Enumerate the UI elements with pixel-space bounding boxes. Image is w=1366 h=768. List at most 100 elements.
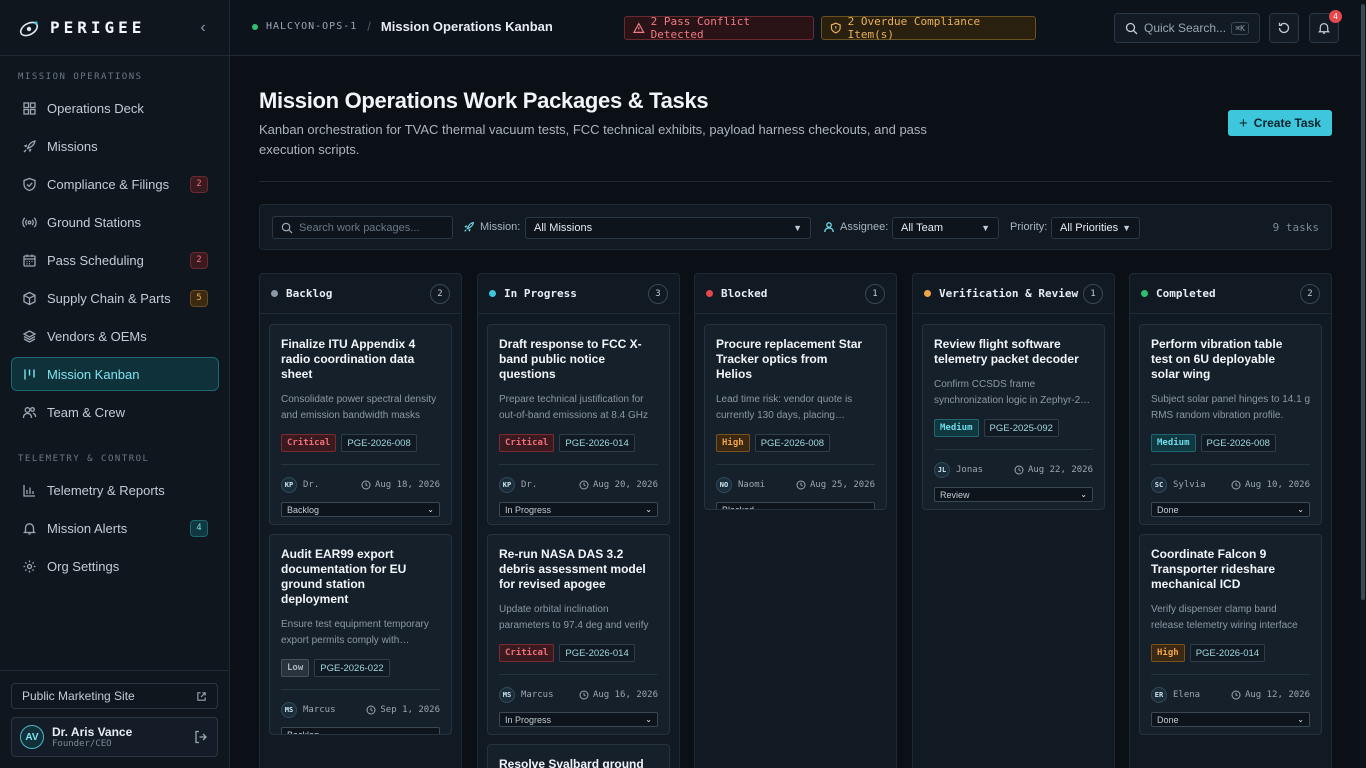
sidebar-item-mission-alerts[interactable]: Mission Alerts 4 — [11, 511, 219, 545]
breadcrumb-org[interactable]: HALCYON-OPS-1 — [266, 21, 357, 32]
status-select-value: In Progress — [505, 714, 552, 725]
nav-ops: Operations Deck Missions Compliance & Fi… — [11, 91, 219, 433]
status-select[interactable]: In Progress ⌄ — [499, 712, 658, 727]
due-date: Aug 22, 2026 — [1014, 465, 1093, 475]
column-header: Blocked 1 — [695, 274, 896, 314]
task-card[interactable]: Finalize ITU Appendix 4 radio coordinati… — [269, 324, 452, 525]
column-title: Verification & Review — [939, 287, 1079, 300]
sidebar-item-supply-chain[interactable]: Supply Chain & Parts 5 — [11, 281, 219, 315]
create-task-button[interactable]: + Create Task — [1228, 110, 1332, 136]
refresh-button[interactable] — [1269, 13, 1299, 43]
antenna-icon — [22, 215, 37, 230]
rocket-icon — [464, 221, 475, 232]
task-title: Coordinate Falcon 9 Transporter rideshar… — [1151, 547, 1276, 591]
sidebar-item-label: Supply Chain & Parts — [47, 290, 171, 306]
column-count: 2 — [1300, 283, 1320, 304]
chevron-down-icon: ⌄ — [645, 715, 652, 724]
quick-search-button[interactable]: Quick Search... ⌘K — [1114, 13, 1260, 43]
public-site-label: Public Marketing Site — [22, 689, 135, 703]
chevron-down-icon: ▼ — [1122, 223, 1131, 233]
section-label-ops: MISSION OPERATIONS — [18, 72, 143, 82]
task-title: Audit EAR99 export documentation for EU … — [281, 547, 407, 606]
task-card[interactable]: Draft response to FCC X-band public noti… — [487, 324, 670, 525]
column-count: 2 — [430, 283, 450, 304]
sidebar-item-ground-stations[interactable]: Ground Stations — [11, 205, 219, 239]
status-select[interactable]: Backlog ⌄ — [281, 727, 440, 734]
task-card[interactable]: Re-run NASA DAS 3.2 debris assessment mo… — [487, 534, 670, 735]
sidebar-item-org-settings[interactable]: Org Settings — [11, 549, 219, 583]
compliance-alert[interactable]: 2 Overdue Compliance Item(s) — [821, 15, 1036, 41]
logout-icon[interactable] — [193, 729, 209, 745]
task-description: Update orbital inclination parameters to… — [499, 604, 649, 631]
notifications-button[interactable]: 4 — [1309, 10, 1342, 43]
column-header: In Progress 3 — [478, 274, 679, 314]
status-select[interactable]: Review ⌄ — [934, 487, 1093, 502]
status-select[interactable]: Done ⌄ — [1151, 502, 1310, 517]
search-input[interactable] — [299, 221, 439, 234]
breadcrumb-page: Mission Operations Kanban — [380, 19, 553, 34]
sidebar-item-pass-scheduling[interactable]: Pass Scheduling 2 — [11, 243, 219, 277]
assignee-avatar: MS — [499, 687, 515, 703]
clock-icon — [579, 480, 589, 490]
user-card[interactable]: AV Dr. Aris Vance Founder/CEO — [11, 717, 218, 757]
external-link-icon — [197, 691, 206, 701]
status-select[interactable]: Blocked ⌄ — [716, 502, 875, 509]
public-site-link[interactable]: Public Marketing Site — [11, 683, 218, 709]
column-status-dot — [1141, 290, 1148, 297]
assignee-name: Naomi — [738, 480, 766, 490]
sidebar-item-mission-kanban[interactable]: Mission Kanban — [11, 357, 219, 391]
assignee-avatar: ER — [1151, 687, 1167, 703]
sidebar-item-label: Vendors & OEMs — [47, 328, 147, 344]
sidebar-item-vendors[interactable]: Vendors & OEMs — [11, 319, 219, 353]
column-title: Completed — [1156, 287, 1216, 300]
search-field[interactable] — [272, 216, 453, 239]
task-card[interactable]: Audit EAR99 export documentation for EU … — [269, 534, 452, 735]
work-package-tag: PGE-2026-014 — [1189, 644, 1266, 662]
task-meta: KP Dr. Aug 20, 2026 — [499, 464, 658, 496]
priority-select[interactable]: All Priorities ▼ — [1051, 217, 1140, 239]
due-date: Aug 16, 2026 — [579, 690, 658, 700]
sidebar-item-team[interactable]: Team & Crew — [11, 395, 219, 429]
assignee-name: Elena — [1173, 690, 1201, 700]
pass-conflict-alert[interactable]: 2 Pass Conflict Detected — [624, 15, 814, 41]
kanban-icon — [22, 367, 37, 382]
task-card[interactable]: Perform vibration table test on 6U deplo… — [1139, 324, 1322, 525]
assignee-select[interactable]: All Team ▼ — [892, 217, 999, 239]
status-select[interactable]: Done ⌄ — [1151, 712, 1310, 727]
column-header: Completed 2 — [1130, 274, 1331, 314]
scrollbar-thumb[interactable] — [1361, 4, 1365, 600]
task-tags: Low PGE-2026-022 — [281, 659, 440, 677]
collapse-sidebar-icon[interactable]: ‹ — [195, 19, 211, 37]
column-status-dot — [706, 290, 713, 297]
priority-badge: Critical — [281, 434, 337, 452]
task-meta: SC Sylvia Aug 10, 2026 — [1151, 464, 1310, 496]
brand-header: PERIGEE ‹ — [0, 0, 229, 56]
assignee-name: Dr. — [303, 480, 320, 490]
task-description: Verify dispenser clamp band release tele… — [1151, 604, 1298, 631]
sidebar-item-operations-deck[interactable]: Operations Deck — [11, 91, 219, 125]
priority-badge: Medium — [1151, 434, 1196, 452]
chevron-down-icon: ⌄ — [645, 505, 652, 514]
sidebar-item-label: Team & Crew — [47, 404, 126, 420]
assignee-avatar: NO — [716, 477, 732, 493]
filter-bar: Mission: All Missions ▼ Assignee: All Te… — [259, 204, 1332, 250]
task-card[interactable]: Procure replacement Star Tracker optics … — [704, 324, 887, 510]
task-card[interactable]: Coordinate Falcon 9 Transporter rideshar… — [1139, 534, 1322, 735]
breadcrumb: HALCYON-OPS-1 / Mission Operations Kanba… — [252, 19, 553, 34]
nav-badge: 2 — [190, 251, 208, 269]
due-date-text: Aug 20, 2026 — [592, 480, 658, 490]
sidebar: PERIGEE ‹ MISSION OPERATIONS Operations … — [0, 0, 230, 768]
task-card[interactable]: Review flight software telemetry packet … — [922, 324, 1105, 510]
sidebar-item-compliance[interactable]: Compliance & Filings 2 — [11, 167, 219, 201]
sidebar-item-missions[interactable]: Missions — [11, 129, 219, 163]
sidebar-item-telemetry[interactable]: Telemetry & Reports — [11, 473, 219, 507]
status-select[interactable]: In Progress ⌄ — [499, 502, 658, 517]
task-title: Review flight software telemetry packet … — [934, 337, 1079, 366]
quick-search-label: Quick Search... — [1144, 21, 1227, 35]
divider — [259, 181, 1332, 182]
task-card[interactable]: Resolve Svalbard ground — [487, 744, 670, 768]
mission-select[interactable]: All Missions ▼ — [525, 217, 811, 239]
page-scrollbar[interactable] — [1360, 0, 1366, 768]
sidebar-item-label: Missions — [47, 138, 98, 154]
status-select[interactable]: Backlog ⌄ — [281, 502, 440, 517]
